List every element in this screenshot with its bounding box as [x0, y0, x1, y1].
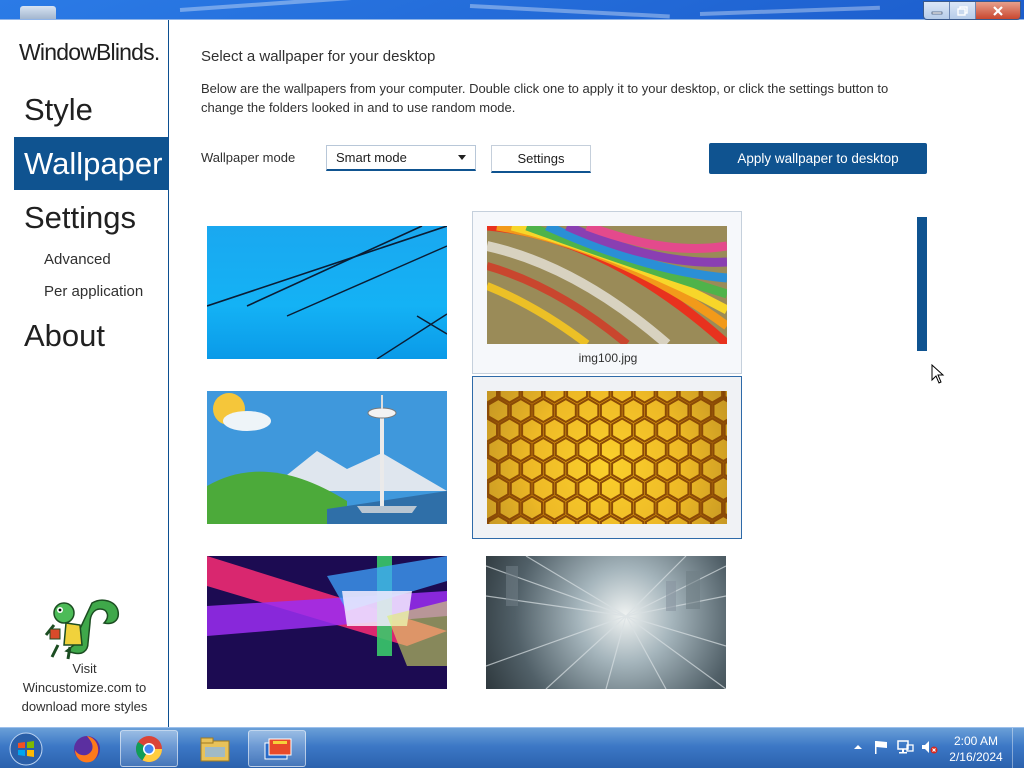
action-center-button[interactable]	[872, 738, 890, 756]
close-button[interactable]	[976, 2, 1020, 19]
show-desktop-button[interactable]	[1012, 728, 1024, 768]
taskbar-windowblinds[interactable]	[248, 730, 306, 767]
wallpaper-thumbnail[interactable]	[472, 376, 742, 539]
file-explorer-icon	[200, 737, 230, 761]
app-logo: WindowBlinds.	[19, 39, 160, 65]
nav-settings[interactable]: Settings	[14, 191, 168, 244]
page-description: Below are the wallpapers from your compu…	[201, 81, 889, 115]
close-icon	[993, 6, 1003, 16]
clock-date: 2/16/2024	[949, 750, 1003, 764]
wallpaper-thumbnail[interactable]	[193, 377, 463, 540]
restore-button[interactable]	[950, 2, 976, 19]
action-center-flag-icon	[875, 741, 887, 754]
visit-line: Wincustomize.com to	[22, 680, 147, 695]
scrollbar-thumb[interactable]	[917, 217, 927, 351]
honeycomb-wallpaper	[487, 391, 727, 524]
gecko-mascot-icon[interactable]	[44, 595, 124, 661]
volume-muted-icon	[922, 741, 938, 754]
thumbnail-caption: img100.jpg	[578, 351, 638, 365]
wallpaper-mode-label: Wallpaper mode	[201, 150, 296, 165]
desktop-streak	[179, 0, 440, 12]
wallpaper-thumbnail[interactable]: img100.jpg	[472, 211, 742, 374]
desktop-streak	[699, 5, 880, 16]
chrome-icon	[135, 735, 163, 762]
wallpaper-thumbnail[interactable]	[193, 542, 463, 705]
page-title: Select a wallpaper for your desktop	[201, 48, 436, 65]
nav-advanced[interactable]: Advanced	[44, 251, 111, 268]
nav-wallpaper[interactable]: Wallpaper	[14, 137, 168, 190]
nav-per-application[interactable]: Per application	[44, 283, 143, 300]
start-button[interactable]	[4, 730, 48, 767]
mouse-pointer-icon	[931, 364, 945, 384]
colored-paper-wallpaper	[487, 226, 727, 344]
taskbar-file-explorer[interactable]	[186, 730, 244, 767]
network-button[interactable]	[896, 738, 914, 756]
apply-wallpaper-button[interactable]: Apply wallpaper to desktop	[709, 143, 927, 174]
taskbar: 2:00 AM 2/16/2024	[0, 727, 1024, 768]
wallpaper-thumbnail[interactable]	[193, 212, 463, 375]
visit-wincustomize-link[interactable]: Visit Wincustomize.com to download more …	[0, 659, 169, 716]
wallpaper-mode-value: Smart mode	[336, 150, 407, 165]
windowblinds-icon	[264, 738, 292, 759]
clock-time: 2:00 AM	[953, 734, 999, 748]
windowblinds-window: WindowBlinds. Style Wallpaper Settings A…	[0, 1, 1024, 728]
caption-buttons	[923, 1, 1021, 20]
space-needle-wallpaper	[207, 391, 447, 524]
taskbar-firefox[interactable]	[58, 730, 116, 767]
visit-line: Visit	[72, 661, 97, 676]
windows-start-icon	[9, 732, 43, 765]
train-motion-wallpaper	[486, 556, 726, 689]
minimize-icon	[931, 11, 942, 15]
restore-icon	[956, 6, 968, 16]
show-hidden-icons-icon	[854, 745, 862, 749]
minimize-button[interactable]	[924, 2, 950, 19]
show-hidden-icons-button[interactable]	[849, 738, 867, 756]
nav-style[interactable]: Style	[14, 83, 168, 136]
firefox-icon	[74, 735, 100, 762]
recycle-bin-icon[interactable]	[20, 6, 56, 20]
chevron-down-icon	[458, 155, 466, 160]
network-icon	[897, 740, 914, 754]
light-beams-wallpaper	[207, 556, 447, 689]
blue-lines-wallpaper	[207, 226, 447, 359]
wallpaper-thumbnail[interactable]	[472, 542, 742, 705]
wallpaper-mode-dropdown[interactable]: Smart mode	[326, 145, 476, 171]
taskbar-chrome[interactable]	[120, 730, 178, 767]
settings-button[interactable]: Settings	[491, 145, 591, 173]
volume-button[interactable]	[920, 738, 938, 756]
desktop-streak	[469, 4, 670, 19]
taskbar-clock[interactable]: 2:00 AM 2/16/2024	[946, 733, 1006, 765]
visit-line: download more styles	[21, 699, 148, 714]
sidebar: WindowBlinds. Style Wallpaper Settings A…	[0, 20, 169, 728]
nav-about[interactable]: About	[14, 309, 168, 362]
